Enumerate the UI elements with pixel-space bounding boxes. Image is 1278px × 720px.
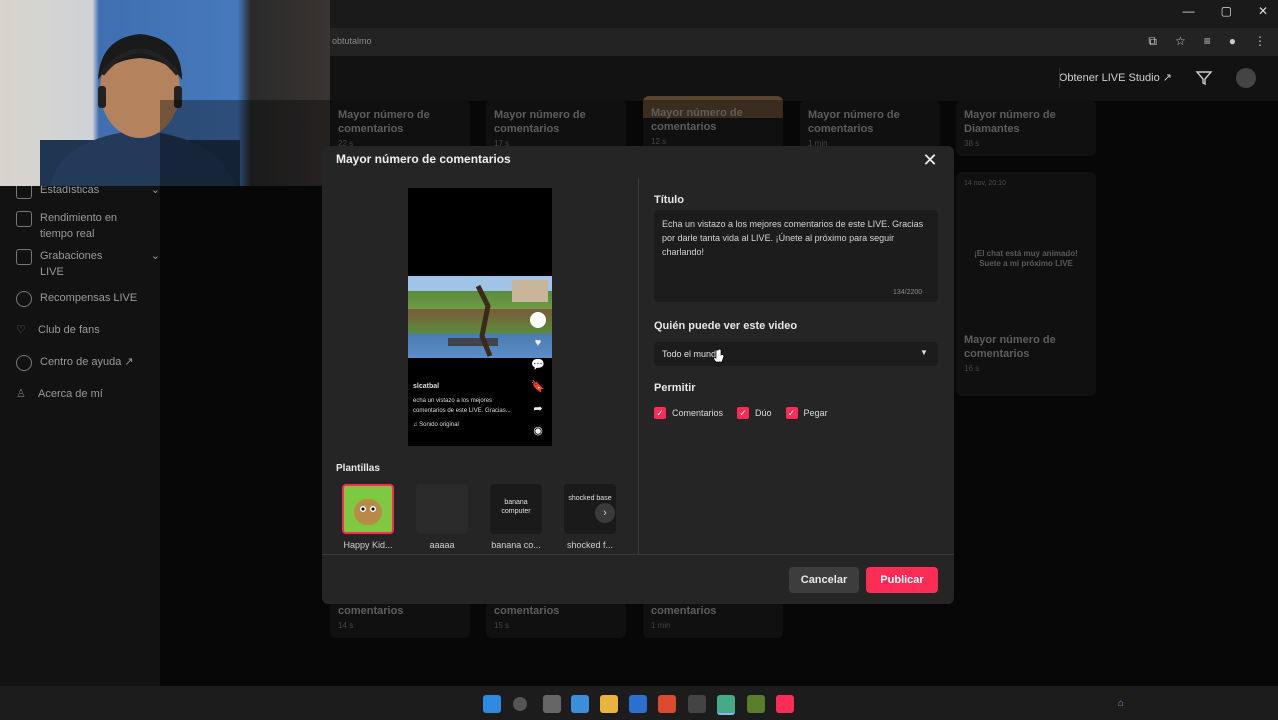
sidebar-item-label: Acerca de mí xyxy=(38,388,103,400)
sidebar-item-rewards[interactable]: Recompensas LIVE xyxy=(0,290,176,307)
get-live-studio-link[interactable]: Obtener LIVE Studio ↗ xyxy=(1059,71,1172,84)
app-icon[interactable] xyxy=(658,695,676,713)
creator-avatar-icon xyxy=(530,312,546,328)
template-thumbnail[interactable] xyxy=(416,484,468,534)
allow-options: ✓ Comentarios ✓ Dúo ✓ Pegar xyxy=(654,407,828,419)
tiktok-icon[interactable] xyxy=(776,695,794,713)
allow-duet-checkbox[interactable]: ✓ Dúo xyxy=(737,407,772,419)
comment-icon: 💬 xyxy=(531,359,545,371)
preview-action-icons: ♥ 💬 🔖 ➦ ◉ xyxy=(530,312,546,437)
modal-title: Mayor número de comentarios xyxy=(336,152,511,166)
chevron-right-icon[interactable]: › xyxy=(595,503,615,523)
pou-character-image xyxy=(354,499,382,525)
task-view-icon[interactable] xyxy=(543,695,561,713)
filter-icon[interactable] xyxy=(1194,68,1214,88)
browser-toolbar-icons: ⧉ ☆ ≡ ● ⋮ xyxy=(1148,34,1266,49)
maximize-button[interactable]: ▢ xyxy=(1221,4,1232,18)
sidebar-item-label: Rendimiento en tiempo real xyxy=(40,212,118,240)
music-disc-icon: ◉ xyxy=(533,425,543,437)
chevron-down-icon: ⌄ xyxy=(150,250,160,262)
recording-icon xyxy=(16,249,32,265)
template-item[interactable]: aaaaa xyxy=(412,484,472,550)
modal-divider xyxy=(322,554,954,555)
allow-comments-checkbox[interactable]: ✓ Comentarios xyxy=(654,407,723,419)
checkbox-label: Comentarios xyxy=(672,408,724,418)
profile-icon[interactable]: ● xyxy=(1229,34,1236,49)
template-item[interactable]: banana computer banana co... xyxy=(486,484,546,550)
sidebar-item-recordings[interactable]: Grabaciones LIVE ⌄ xyxy=(0,248,176,280)
reward-icon xyxy=(16,291,32,307)
caret-down-icon[interactable]: ▼ xyxy=(920,348,928,357)
user-icon: ♙ xyxy=(16,388,26,400)
minimize-button[interactable]: — xyxy=(1183,4,1195,18)
templates-list: Happy Kid... aaaaa banana computer banan… xyxy=(338,484,620,550)
sidebar-item-realtime[interactable]: Rendimiento en tiempo real xyxy=(0,210,176,242)
modal-divider xyxy=(638,178,639,554)
system-tray-icon[interactable]: ⌂ xyxy=(1118,698,1124,709)
sidebar-item-help[interactable]: Centro de ayuda ↗ xyxy=(0,354,176,371)
title-field-label: Título xyxy=(654,194,684,206)
template-thumbnail[interactable] xyxy=(342,484,394,534)
heart-icon: ♡ xyxy=(16,324,26,336)
checkmark-icon[interactable]: ✓ xyxy=(737,407,750,419)
share-icon: ➦ xyxy=(533,403,543,415)
preview-sound: ♫ Sonido original xyxy=(413,422,459,428)
search-icon[interactable] xyxy=(513,697,527,711)
publish-button[interactable]: Publicar xyxy=(866,567,938,593)
preview-caption: echa un vistazo a los mejores comentario… xyxy=(413,398,511,414)
template-label: shocked f... xyxy=(566,540,614,550)
chrome-icon[interactable] xyxy=(717,695,735,715)
header-divider xyxy=(1059,68,1060,88)
like-heart-icon: ♥ xyxy=(534,337,542,349)
template-thumbnail[interactable]: banana computer xyxy=(490,484,542,534)
allow-label: Permitir xyxy=(654,382,696,394)
sidebar-item-about[interactable]: ♙ Acerca de mí xyxy=(0,386,176,402)
mouse-cursor-icon xyxy=(713,348,725,363)
checkbox-label: Pegar xyxy=(803,408,828,418)
address-bar[interactable] xyxy=(330,28,1278,56)
preview-caption-block: slcatbal echa un vistazo a los mejores c… xyxy=(413,382,523,430)
template-label: banana co... xyxy=(491,540,541,550)
title-textarea-value[interactable]: Echa un vistazo a los mejores comentario… xyxy=(662,217,930,259)
sidebar-item-label: Grabaciones LIVE xyxy=(40,250,103,278)
copilot-icon[interactable] xyxy=(571,695,589,713)
avatar[interactable] xyxy=(1236,68,1256,88)
checkbox-label: Dúo xyxy=(755,408,772,418)
close-icon[interactable]: ✕ xyxy=(920,150,940,170)
cancel-button[interactable]: Cancelar xyxy=(789,567,859,593)
allow-stitch-checkbox[interactable]: ✓ Pegar xyxy=(785,407,828,419)
sidebar-item-label: Centro de ayuda ↗ xyxy=(40,356,134,368)
window-controls: — ▢ ✕ xyxy=(1183,4,1268,18)
menu-dots-icon[interactable]: ⋮ xyxy=(1254,34,1266,49)
checkmark-icon[interactable]: ✓ xyxy=(785,407,798,419)
sidebar-item-label: Club de fans xyxy=(38,324,100,336)
browser-titlebar: — ▢ ✕ xyxy=(330,0,1278,28)
bookmark-icon: 🔖 xyxy=(531,381,545,393)
file-explorer-icon[interactable] xyxy=(600,695,618,713)
app-icon[interactable] xyxy=(688,695,706,713)
sidebar-item-fanclub[interactable]: ♡ Club de fans xyxy=(0,322,176,338)
templates-label: Plantillas xyxy=(336,463,380,474)
visibility-label: Quién puede ver este video xyxy=(654,320,798,332)
video-preview[interactable]: ♥ 💬 🔖 ➦ ◉ slcatbal echa un vistazo a los… xyxy=(408,188,552,446)
address-text[interactable]: obtutalmo xyxy=(332,36,372,46)
bookmark-star-icon[interactable]: ☆ xyxy=(1175,34,1186,49)
monitor-icon xyxy=(16,211,32,227)
minecraft-icon[interactable] xyxy=(747,695,765,713)
template-label: Happy Kid... xyxy=(343,540,393,550)
extensions-icon[interactable]: ≡ xyxy=(1204,34,1211,49)
template-item[interactable]: Happy Kid... xyxy=(338,484,398,550)
checkmark-icon[interactable]: ✓ xyxy=(654,407,666,419)
title-char-count: 134/2200 xyxy=(893,289,923,296)
template-label: aaaaa xyxy=(429,540,455,550)
store-icon[interactable] xyxy=(629,695,647,713)
sidebar-item-label: Recompensas LIVE xyxy=(40,292,138,304)
cast-icon[interactable]: ⧉ xyxy=(1148,34,1157,49)
preview-username: slcatbal xyxy=(413,383,440,390)
windows-start-icon[interactable] xyxy=(483,695,501,713)
close-window-button[interactable]: ✕ xyxy=(1258,4,1268,18)
help-icon xyxy=(16,355,32,371)
